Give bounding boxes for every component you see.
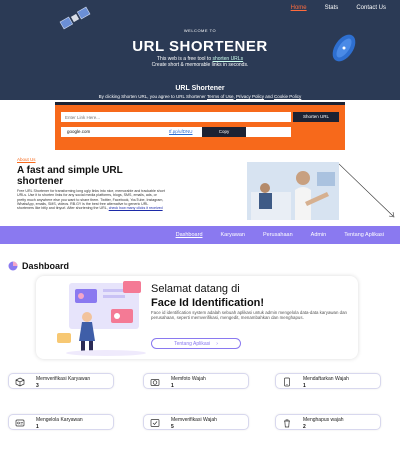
clicks-link[interactable]: check how many clicks it received: [109, 206, 163, 210]
cookie-policy-link[interactable]: Cookie Policy: [274, 94, 301, 99]
about-app-label: Tentang Aplikasi: [174, 340, 211, 347]
camera-icon: [150, 379, 160, 386]
hero-section: Home Stats Contact Us WELCOME TO URL SHO…: [0, 0, 400, 100]
about-body: Free URL Shortener for transforming long…: [17, 189, 165, 210]
welcome-line1: Selamat datang di: [151, 283, 240, 295]
nav-stats[interactable]: Stats: [325, 5, 339, 11]
dish-icon: [332, 34, 356, 62]
terms-text: By clicking Shorten URL, you agree to UR…: [0, 94, 400, 99]
result-short-link[interactable]: tf.pp/ufDNU: [169, 127, 193, 137]
stat-card[interactable]: Memverifikasi Karyawan 3: [8, 373, 114, 389]
terms-prefix: By clicking Shorten URL, you agree to UR…: [98, 94, 207, 99]
cube-icon: [15, 377, 25, 387]
result-box: google.com tf.pp/ufDNU: [61, 127, 291, 137]
privacy-policy-link[interactable]: Privacy Policy: [236, 94, 264, 99]
face-id-illustration: [57, 281, 146, 356]
welcome-body: Face id identification system adalah seb…: [151, 310, 347, 321]
stat-card[interactable]: Mendaftarkan Wajah 1: [275, 373, 381, 389]
about-heading: A fast and simple URL shortener: [17, 165, 123, 187]
copy-button[interactable]: Copy: [202, 127, 246, 137]
stat-label: Memverifikasi Karyawan: [36, 376, 91, 382]
shortener-panel: Shorten URL google.com tf.pp/ufDNU Copy: [55, 102, 345, 150]
result-original: google.com: [67, 129, 91, 134]
terms-of-use-link[interactable]: Terms of Use: [207, 94, 234, 99]
arrow-decoration: [339, 163, 395, 218]
stat-value: 3: [36, 383, 39, 389]
stat-label: Mengelola Karyawan: [36, 417, 83, 423]
url-input[interactable]: [61, 112, 291, 122]
dnav-karyawan[interactable]: Karyawan: [221, 232, 245, 238]
office-photo: [247, 162, 339, 220]
phone-icon: [284, 377, 290, 387]
stat-label: Mendaftarkan Wajah: [303, 376, 349, 382]
page: Home Stats Contact Us WELCOME TO URL SHO…: [0, 0, 400, 450]
top-nav: Home Stats Contact Us: [291, 5, 386, 11]
terms-and: and: [264, 94, 275, 99]
stat-value: 1: [171, 383, 174, 389]
chevron-right-icon: ›: [216, 340, 218, 347]
nav-contact[interactable]: Contact Us: [356, 5, 386, 11]
about-app-button[interactable]: Tentang Aplikasi ›: [151, 338, 241, 349]
shorten-url-button[interactable]: Shorten URL: [293, 112, 339, 122]
check-frame-icon: [150, 419, 160, 427]
stat-value: 5: [171, 424, 174, 430]
stat-value: 1: [36, 424, 39, 430]
dashboard-nav: Dashboard Karyawan Perusahaan Admin Tent…: [0, 226, 400, 244]
stat-label: Memfoto Wajah: [171, 376, 206, 382]
about-section: About Us A fast and simple URL shortener…: [0, 154, 400, 226]
trash-icon: [284, 419, 290, 428]
stat-label: Memverifikasi Wajah: [171, 417, 217, 423]
satellite-icon: [59, 6, 91, 30]
stat-card[interactable]: Menghapus wajah 2: [275, 414, 381, 430]
panel-top-bar: [55, 102, 345, 105]
dnav-perusahaan[interactable]: Perusahaan: [263, 232, 293, 238]
dnav-dashboard[interactable]: Dashboard: [176, 232, 203, 238]
dashboard-title: Dashboard: [8, 261, 69, 271]
stat-value: 1: [303, 383, 306, 389]
stat-label: Menghapus wajah: [303, 417, 344, 423]
stat-card[interactable]: Mengelola Karyawan 1: [8, 414, 114, 430]
shortener-title: URL Shortener: [175, 85, 225, 92]
dnav-admin[interactable]: Admin: [311, 232, 327, 238]
pie-chart-icon: [8, 261, 18, 271]
dashboard-title-text: Dashboard: [22, 261, 70, 271]
welcome-card: Selamat datang di Face Id Identification…: [36, 276, 358, 359]
stat-value: 2: [303, 424, 306, 430]
welcome-line2: Face Id Identification!: [151, 297, 265, 309]
badge-icon: [15, 419, 25, 427]
stat-card[interactable]: Memfoto Wajah 1: [143, 373, 249, 389]
about-tag[interactable]: About Us: [17, 157, 36, 162]
hero-sub-line2: Create short & memorable links in second…: [151, 62, 249, 68]
stat-card[interactable]: Memverifikasi Wajah 5: [143, 414, 249, 430]
dnav-tentang[interactable]: Tentang Aplikasi: [344, 232, 384, 238]
nav-home[interactable]: Home: [291, 5, 307, 11]
